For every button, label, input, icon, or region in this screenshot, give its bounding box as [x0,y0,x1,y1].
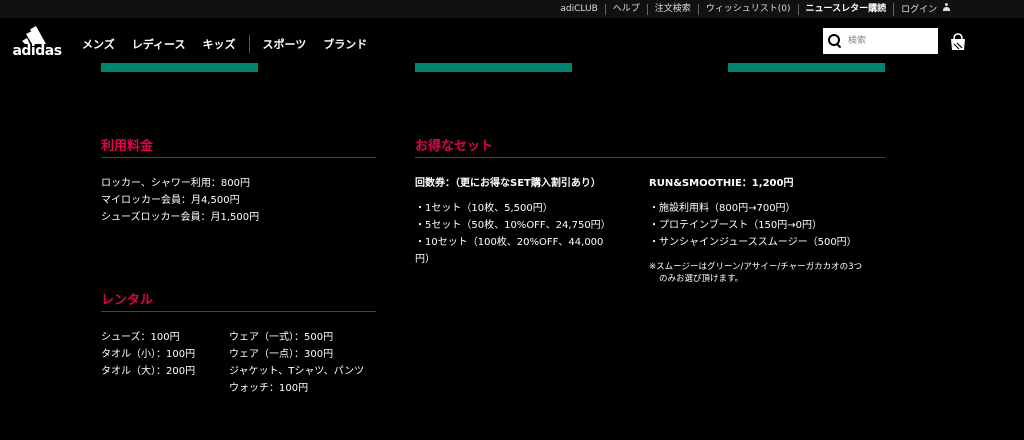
cart-icon[interactable] [950,33,966,51]
smoothie-line: ・施設利用料（800円→700円） [649,203,796,214]
rental-item: ジャケット、Tシャツ、パンツ [229,366,365,377]
pricing-title: 利用料金 [101,139,154,154]
nav-item-kids[interactable]: キッズ [202,36,235,52]
rental-item: シューズ：100円 [101,332,180,343]
adiclub-link[interactable]: adiCLUB [553,4,604,15]
login-label: ログイン [901,5,938,15]
nav-item-brand[interactable]: ブランド [323,36,367,52]
green-bar-3 [728,63,885,72]
ticket-line: ・10セット（100枚、20%OFF、44,000 [415,237,604,248]
green-bar-2 [415,63,572,72]
nav-item-mens[interactable]: メンズ [82,36,115,52]
sets-title: お得なセット [415,139,494,154]
adidas-logo[interactable]: adidas [8,24,66,60]
search-icon[interactable] [828,34,841,48]
rental-item: タオル（小）：100円 [101,349,196,360]
login-link[interactable]: ログイン [893,3,950,16]
main-nav: adidas メンズ レディース キッズ スポーツ ブランド [0,18,1024,64]
utility-bar: adiCLUB ヘルプ 注文検索 ウィッシュリスト(0) ニュースレター購読 ロ… [0,0,1024,18]
search-input[interactable] [846,35,938,47]
pricing-line: シューズロッカー会員：月1,500円 [101,212,260,223]
three-stripes-icon [22,26,46,44]
nav-item-womens[interactable]: レディース [132,36,186,52]
smoothie-note: のみお選び頂けます。 [659,274,744,284]
pricing-line: ロッカー、シャワー利用：800円 [101,178,250,189]
nav-item-sports[interactable]: スポーツ [262,36,306,52]
help-link[interactable]: ヘルプ [604,4,647,15]
pricing-divider [101,157,376,158]
pricing-line: マイロッカー会員：月4,500円 [101,195,240,206]
rental-item: ウェア（一式）：500円 [229,332,334,343]
ticket-line: 円） [415,254,435,265]
search-box[interactable] [823,28,938,54]
rental-item: ウェア（一点）：300円 [229,349,334,360]
ticket-line: ・1セット（10枚、5,500円） [415,203,553,214]
smoothie-line: ・プロテインブースト（150円→0円） [649,220,823,231]
green-bar-1 [101,63,258,72]
smoothie-line: ・サンシャインジューススムージー（500円） [649,237,857,248]
wishlist-link[interactable]: ウィッシュリスト(0) [697,4,798,15]
ticket-line: ・5セット（50枚、10%OFF、24,750円） [415,220,611,231]
rental-item: タオル（大）：200円 [101,366,196,377]
category-nav: メンズ レディース キッズ スポーツ ブランド [82,35,384,53]
nav-divider [249,35,251,53]
person-icon [943,3,950,12]
smoothie-heading: RUN&SMOOTHIE：1,200円 [649,178,794,189]
order-search-link[interactable]: 注文検索 [646,4,698,15]
rental-item: ウォッチ：100円 [229,383,309,394]
logo-wordmark: adidas [12,43,62,59]
smoothie-note: ※スムージーはグリーン/アサイー/チャーガカカオの3つ [649,262,863,272]
sets-divider [415,157,885,158]
rental-divider [101,311,376,312]
rental-title: レンタル [101,293,154,308]
newsletter-link[interactable]: ニュースレター購読 [797,4,894,15]
utility-links: adiCLUB ヘルプ 注文検索 ウィッシュリスト(0) ニュースレター購読 ロ… [553,3,950,16]
tickets-heading: 回数券：（更にお得なSET購入割引あり） [415,178,601,189]
